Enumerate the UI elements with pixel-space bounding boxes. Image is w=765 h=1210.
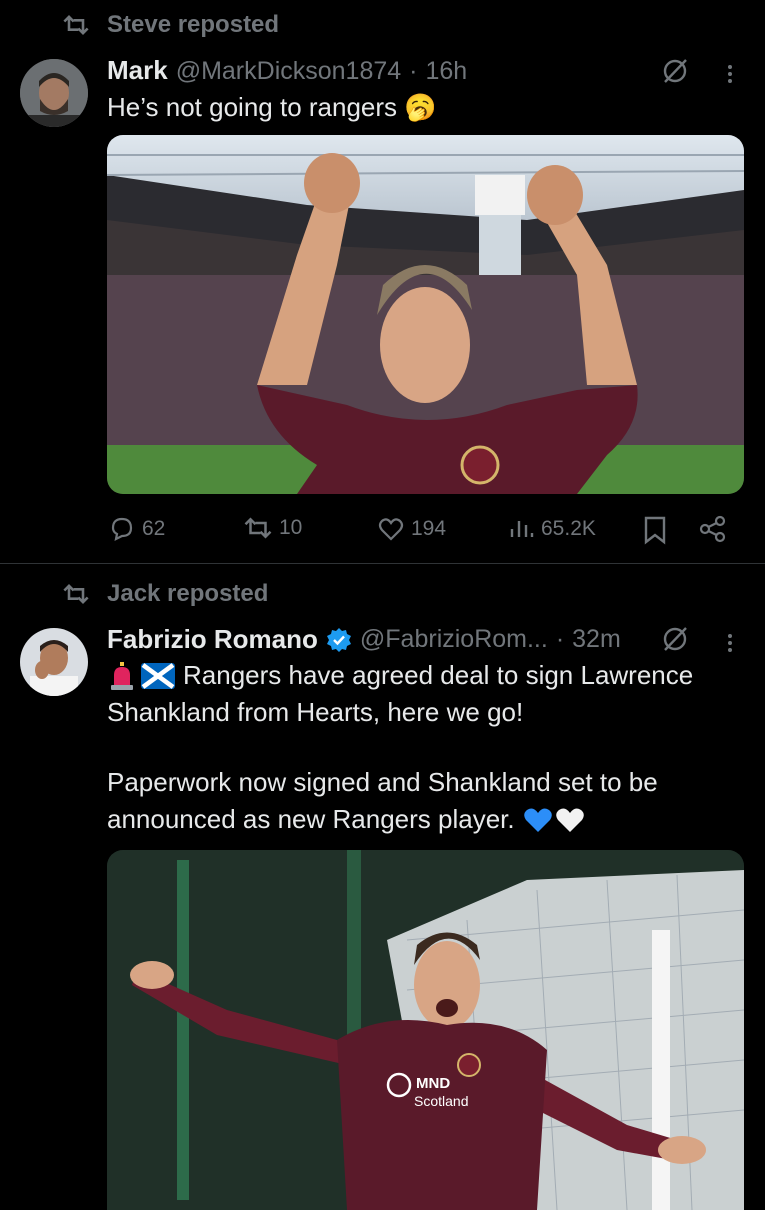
tweet-text: He’s not going to rangers <box>107 92 398 122</box>
analytics-icon <box>510 521 534 537</box>
timestamp[interactable]: 32m <box>572 625 621 654</box>
tweet-text-line-1: Rangers have agreed deal to sign Lawrenc… <box>183 660 694 690</box>
view-count: 65.2K <box>541 517 596 540</box>
avatar[interactable] <box>20 59 88 127</box>
yawning-face-emoji: 🥱 <box>404 92 437 122</box>
tweet-text-line-3: Paperwork now signed and Shankland set t… <box>107 767 658 797</box>
repost-count: 10 <box>279 516 303 539</box>
repost-icon <box>244 517 272 539</box>
grok-icon[interactable] <box>660 56 690 86</box>
reply-count: 62 <box>142 517 166 540</box>
tweet-text-line-2: Shankland from Hearts, here we go! <box>107 697 524 727</box>
share-icon[interactable] <box>698 514 728 544</box>
repost-button[interactable]: 10 <box>243 515 302 541</box>
celebration-photo: MND Scotland <box>107 850 744 1210</box>
tweet-image[interactable]: MND Scotland <box>107 850 744 1210</box>
tweet-divider <box>0 563 765 564</box>
display-name[interactable]: Mark <box>107 55 168 86</box>
avatar[interactable] <box>20 628 88 696</box>
siren-emoji-icon <box>111 661 133 690</box>
scotland-flag-icon <box>141 662 175 689</box>
more-options-icon[interactable] <box>728 62 732 86</box>
heart-icon <box>378 518 404 541</box>
bookmark-icon[interactable] <box>642 515 668 545</box>
user-handle[interactable]: @FabrizioRom... <box>360 625 548 654</box>
reply-icon <box>111 517 133 541</box>
verified-badge-icon <box>326 627 351 652</box>
repost-attribution[interactable]: Jack reposted <box>107 580 268 608</box>
display-name[interactable]: Fabrizio Romano <box>107 624 318 655</box>
grok-icon[interactable] <box>660 624 690 654</box>
repost-icon <box>63 584 89 604</box>
like-button[interactable]: 194 <box>377 515 446 543</box>
white-heart-emoji-icon <box>555 808 584 832</box>
celebration-photo <box>107 135 744 494</box>
timestamp[interactable]: 16h <box>426 57 468 86</box>
separator-dot: · <box>409 57 418 85</box>
tweet-image[interactable] <box>107 135 744 494</box>
like-count: 194 <box>411 517 447 540</box>
avatar-photo <box>20 628 88 696</box>
user-handle[interactable]: @MarkDickson1874 <box>176 57 401 86</box>
repost-attribution[interactable]: Steve reposted <box>107 11 279 39</box>
tweet-text-line-4: announced as new Rangers player. <box>107 804 515 834</box>
reply-button[interactable]: 62 <box>108 515 165 543</box>
blue-heart-emoji-icon <box>523 808 552 832</box>
avatar-photo <box>20 59 88 127</box>
separator-dot: · <box>555 625 565 653</box>
shirt-sponsor-line-2: Scotland <box>414 1093 468 1109</box>
views-button[interactable]: 65.2K <box>509 515 596 543</box>
repost-icon <box>63 15 89 35</box>
more-options-icon[interactable] <box>728 631 732 655</box>
shirt-sponsor-line-1: MND <box>416 1075 450 1092</box>
